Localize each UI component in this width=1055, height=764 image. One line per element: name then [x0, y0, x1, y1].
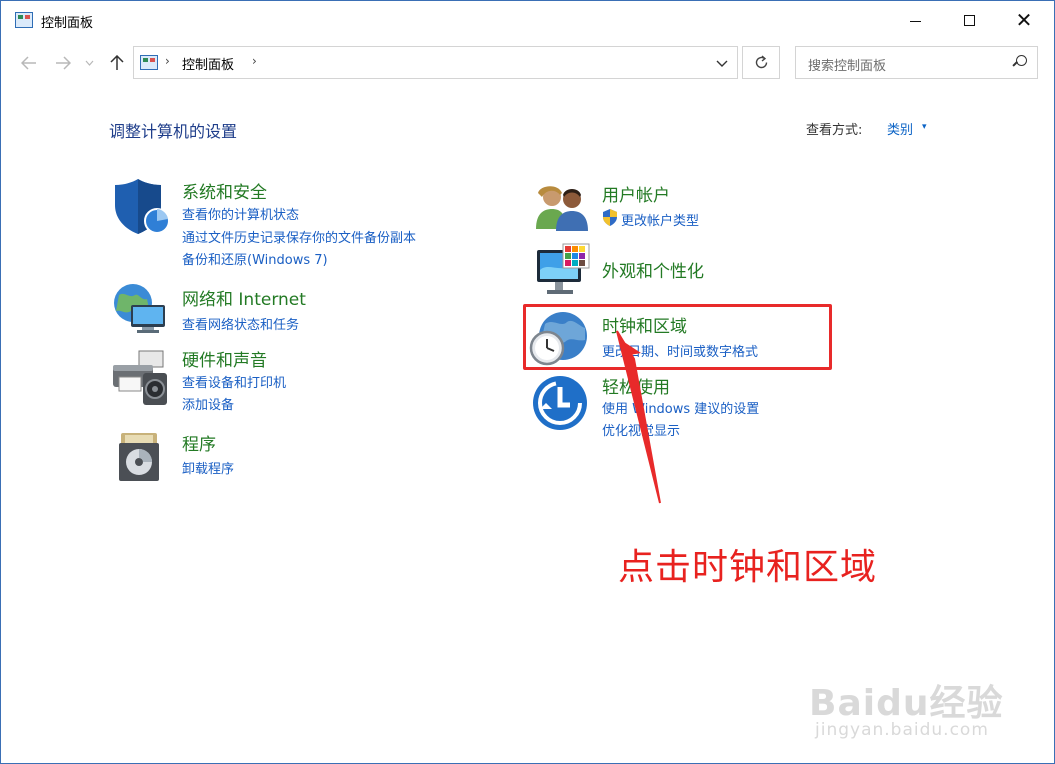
control-panel-window: 控制面板 ✕ › 控制面板 › 搜索控制面板 调整计算机的设置 查看方式: 类别… [0, 0, 1055, 764]
baidu-watermark: Baidu经验 jingyan.baidu.com [809, 656, 1009, 746]
watermark-url: jingyan.baidu.com [815, 720, 989, 740]
annotation-text: 点击时钟和区域 [618, 547, 878, 588]
watermark-logo: Baidu经验 [809, 683, 1004, 724]
annotation-arrow-icon [616, 330, 661, 504]
